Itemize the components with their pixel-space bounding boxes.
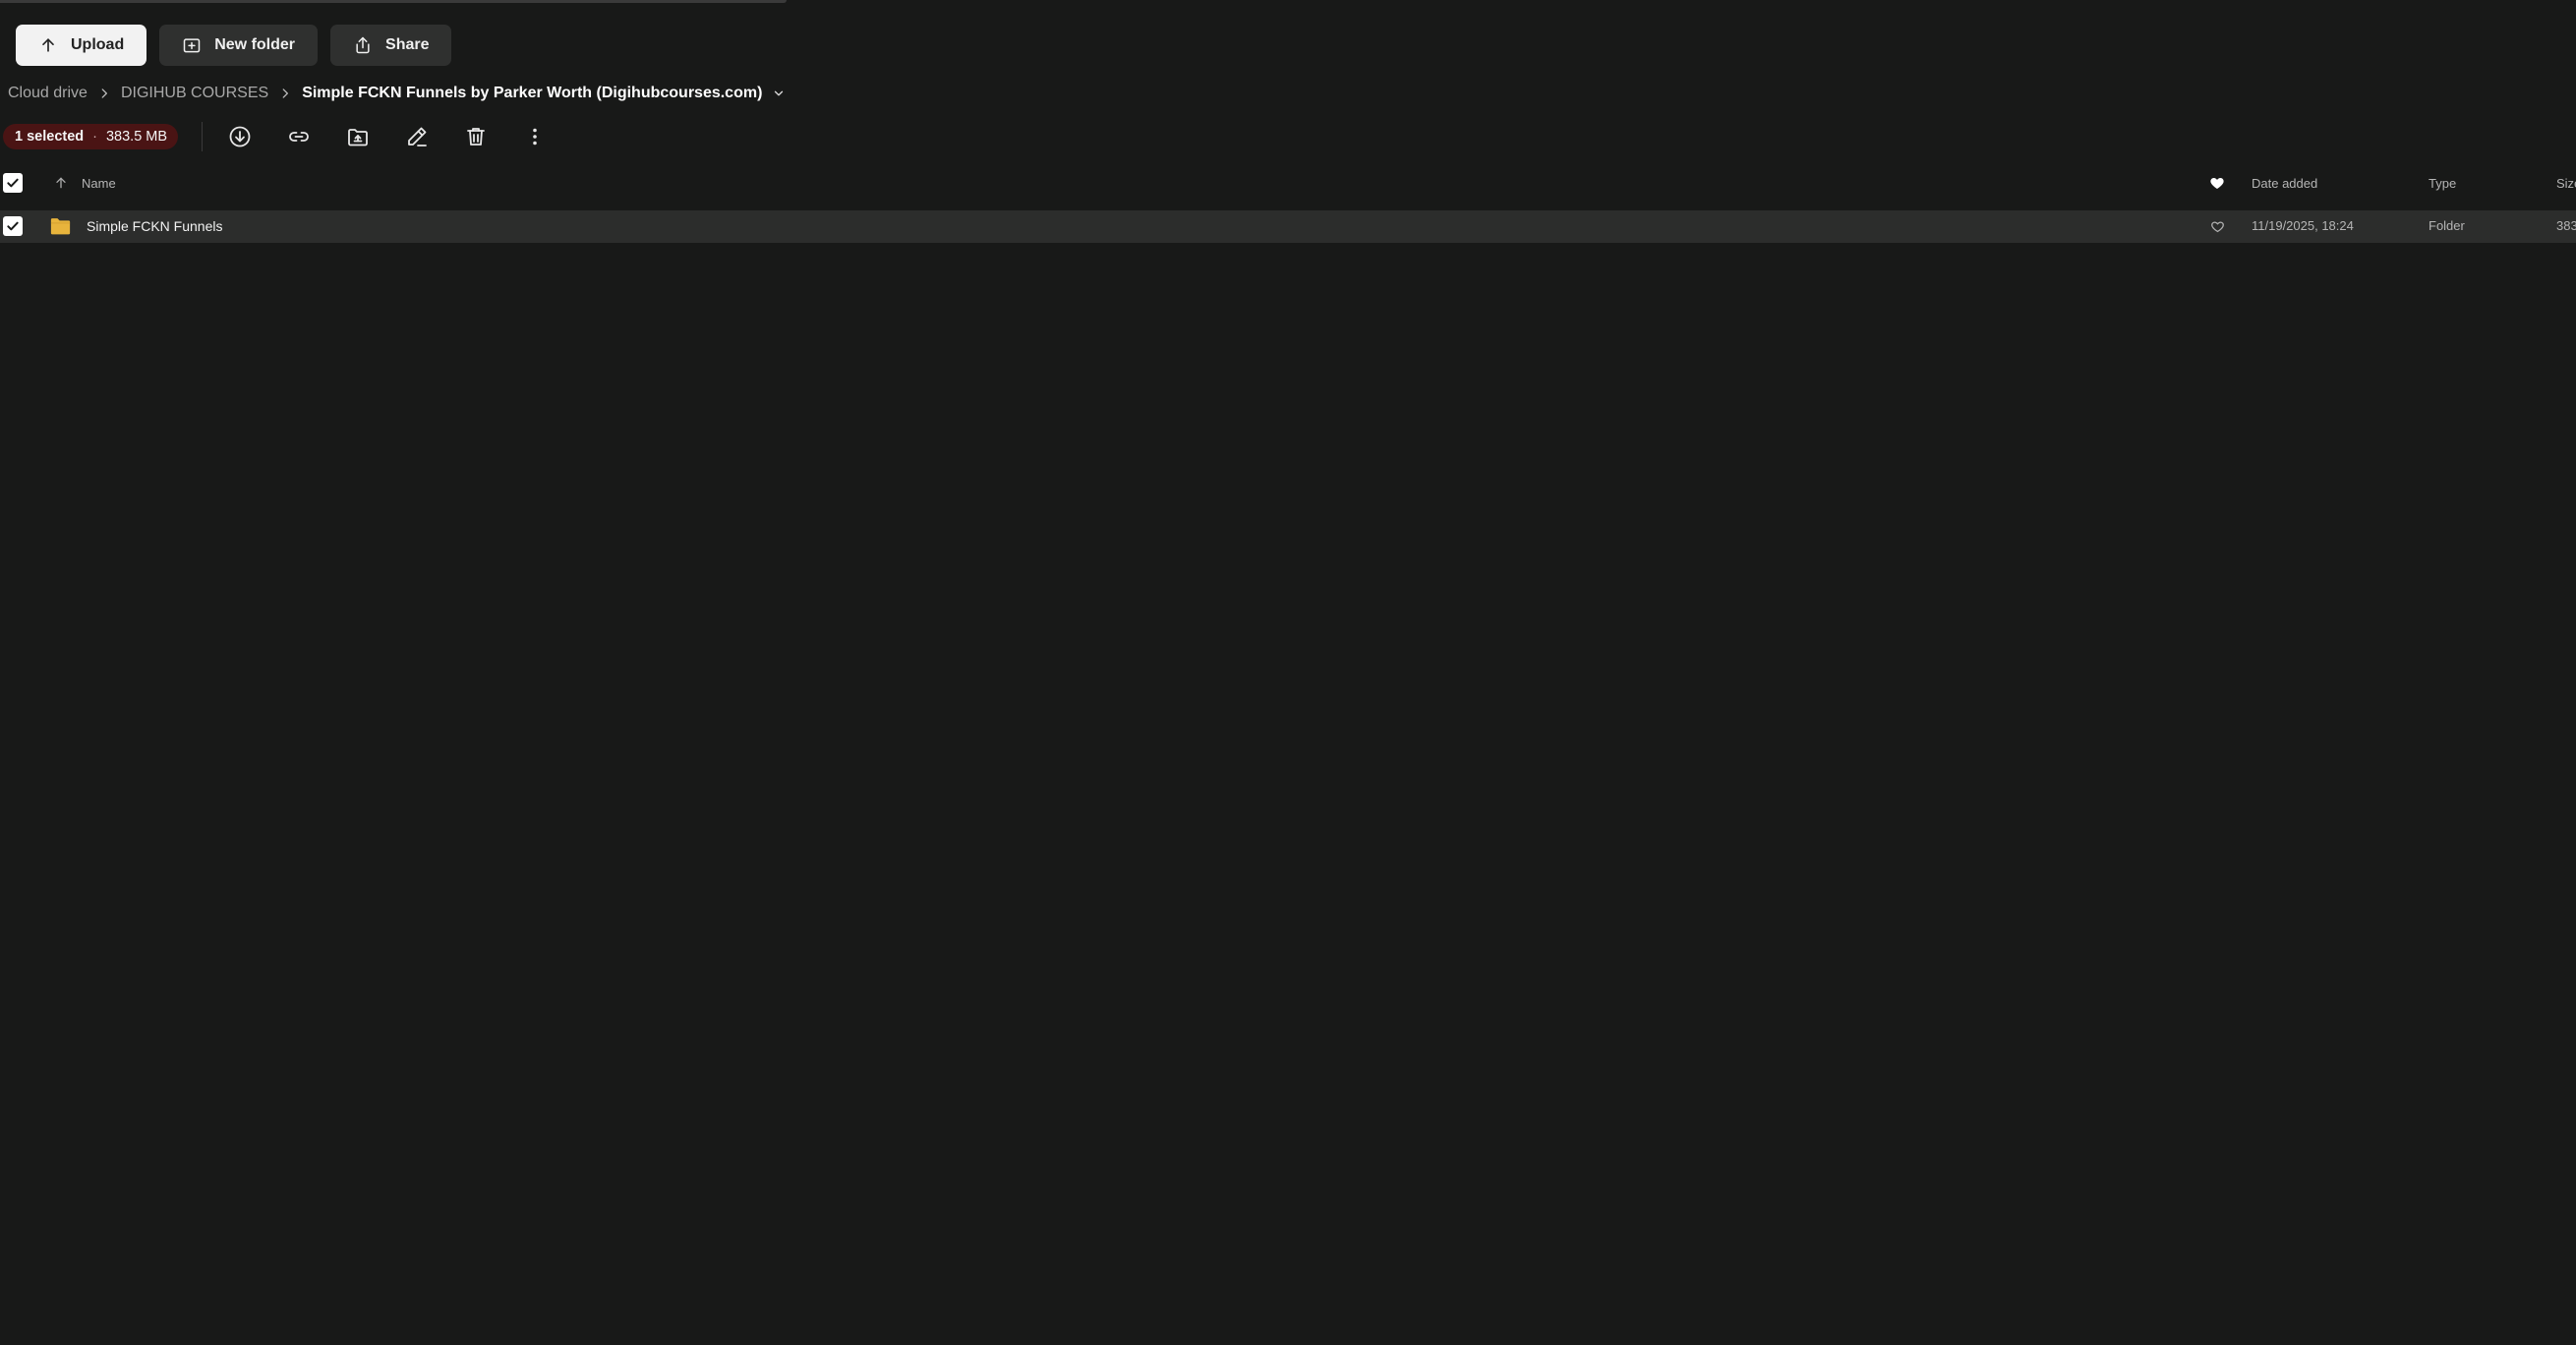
column-header-type[interactable]: Type <box>2429 176 2456 191</box>
column-header-size[interactable]: Size <box>2556 176 2576 191</box>
share-icon <box>356 36 370 54</box>
delete-button[interactable] <box>456 117 496 156</box>
breadcrumb-digihub-courses[interactable]: DIGIHUB COURSES <box>121 85 268 102</box>
link-icon <box>289 132 309 142</box>
row-name[interactable]: Simple FCKN Funnels <box>87 218 223 234</box>
download-button[interactable] <box>220 117 260 156</box>
selection-separator: · <box>92 129 97 145</box>
new-folder-label: New folder <box>214 36 296 53</box>
share-link-button[interactable] <box>279 117 319 156</box>
row-date-added: 11/19/2025, 18:24 <box>2252 218 2354 233</box>
row-size: 383.5 MB <box>2556 218 2576 233</box>
selection-bar: 1 selected · 383.5 MB <box>3 122 555 151</box>
move-button[interactable] <box>338 117 378 156</box>
arrow-up-icon <box>42 38 54 52</box>
rename-button[interactable] <box>397 117 437 156</box>
chevron-right-icon <box>278 87 292 100</box>
folder-move-icon <box>348 129 368 146</box>
select-all-checkbox[interactable] <box>3 173 23 193</box>
top-progress-bar <box>0 0 787 3</box>
selection-size: 383.5 MB <box>105 129 168 145</box>
more-options-button[interactable] <box>515 117 555 156</box>
heart-outline-icon[interactable] <box>2210 219 2225 234</box>
folder-plus-icon <box>183 38 201 53</box>
more-vertical-icon <box>533 128 537 146</box>
breadcrumb-current-folder[interactable]: Simple FCKN Funnels by Parker Worth (Dig… <box>302 85 762 102</box>
chevron-down-icon[interactable] <box>772 87 786 100</box>
new-folder-button[interactable]: New folder <box>159 25 319 66</box>
check-icon <box>7 178 19 188</box>
chevron-right-icon <box>97 87 111 100</box>
share-button[interactable]: Share <box>330 25 452 66</box>
main-toolbar: Upload New folder Share <box>16 25 452 66</box>
column-header-date-added[interactable]: Date added <box>2252 176 2317 191</box>
upload-label: Upload <box>71 36 125 53</box>
folder-icon <box>50 218 71 235</box>
heart-filled-icon[interactable] <box>2209 175 2225 191</box>
breadcrumb: Cloud drive DIGIHUB COURSES Simple FCKN … <box>8 83 786 104</box>
pencil-icon <box>408 127 427 146</box>
breadcrumb-cloud-drive[interactable]: Cloud drive <box>8 85 88 102</box>
selection-divider <box>202 122 204 151</box>
download-icon <box>229 126 251 147</box>
check-icon <box>7 221 19 231</box>
sort-arrow-up-icon[interactable] <box>53 175 69 191</box>
trash-icon <box>467 128 485 146</box>
column-header-name[interactable]: Name <box>82 176 116 191</box>
table-row[interactable]: Simple FCKN Funnels 11/19/2025, 18:24 Fo… <box>0 210 2576 243</box>
upload-button[interactable]: Upload <box>16 25 147 66</box>
row-checkbox[interactable] <box>3 216 23 236</box>
selection-count: 1 selected <box>15 129 85 145</box>
selection-actions <box>220 117 555 156</box>
row-type: Folder <box>2429 218 2465 233</box>
share-label: Share <box>385 36 430 53</box>
table-header: Name Date added Type Size <box>0 169 2576 199</box>
selection-badge: 1 selected · 383.5 MB <box>3 124 179 149</box>
